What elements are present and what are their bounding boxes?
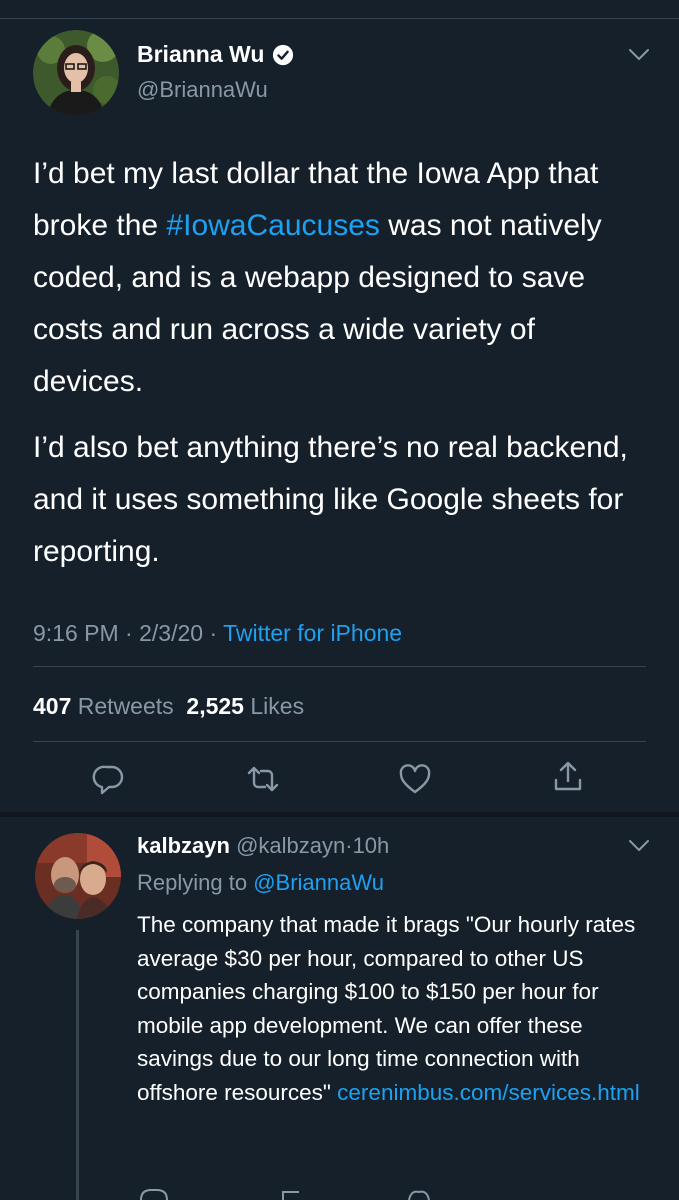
chevron-down-icon[interactable] (628, 839, 650, 853)
author-avatar[interactable] (33, 30, 119, 116)
tweet-detail-screen: Brianna Wu @BriannaWu I’d bet my last do… (0, 0, 679, 1200)
section-separator (0, 812, 679, 817)
tweet-source[interactable]: Twitter for iPhone (223, 620, 402, 646)
meta-divider (33, 666, 646, 667)
verified-badge-icon (273, 44, 294, 65)
author-name-text: Brianna Wu (137, 41, 265, 67)
share-icon[interactable] (551, 760, 585, 794)
reply-author-avatar[interactable] (35, 833, 121, 919)
retweet-icon[interactable] (246, 762, 280, 796)
tweet-paragraph-1: I’d bet my last dollar that the Iowa App… (33, 157, 602, 398)
reply-header: kalbzayn @kalbzayn·10h (137, 833, 390, 858)
tweet-paragraph-2: I’d also bet anything there’s no real ba… (33, 431, 628, 568)
stats-divider (33, 741, 646, 742)
reply-link[interactable]: cerenimbus.com/services.html (337, 1080, 640, 1105)
reply-body: The company that made it brags "Our hour… (137, 908, 662, 1110)
reply-actions-partial (140, 1189, 430, 1200)
thread-line (76, 930, 79, 1200)
author-name[interactable]: Brianna Wu (137, 41, 294, 68)
reply-author-handle[interactable]: @kalbzayn (236, 833, 345, 858)
tweet-body: I’d bet my last dollar that the Iowa App… (33, 148, 653, 578)
chevron-down-icon[interactable] (628, 48, 650, 62)
author-handle[interactable]: @BriannaWu (137, 77, 268, 103)
tweet-stats: 407 Retweets 2,525 Likes (33, 693, 304, 720)
reply-age: 10h (352, 833, 390, 858)
hashtag-link[interactable]: #IowaCaucuses (166, 209, 379, 242)
reply-icon[interactable] (92, 762, 126, 796)
tweet-date: 2/3/20 (139, 620, 204, 646)
heart-icon[interactable] (398, 763, 432, 797)
top-divider (0, 18, 679, 19)
replying-to: Replying to @BriannaWu (137, 870, 384, 895)
tweet-time: 9:16 PM (33, 620, 119, 646)
reply-author-name[interactable]: kalbzayn (137, 833, 230, 858)
likes-stat[interactable]: 2,525 Likes (186, 693, 304, 719)
mention-link[interactable]: @BriannaWu (253, 870, 384, 895)
reply-text: The company that made it brags "Our hour… (137, 912, 636, 1105)
tweet-meta: 9:16 PM · 2/3/20 · Twitter for iPhone (33, 620, 403, 646)
retweets-stat[interactable]: 407 Retweets (33, 693, 174, 719)
